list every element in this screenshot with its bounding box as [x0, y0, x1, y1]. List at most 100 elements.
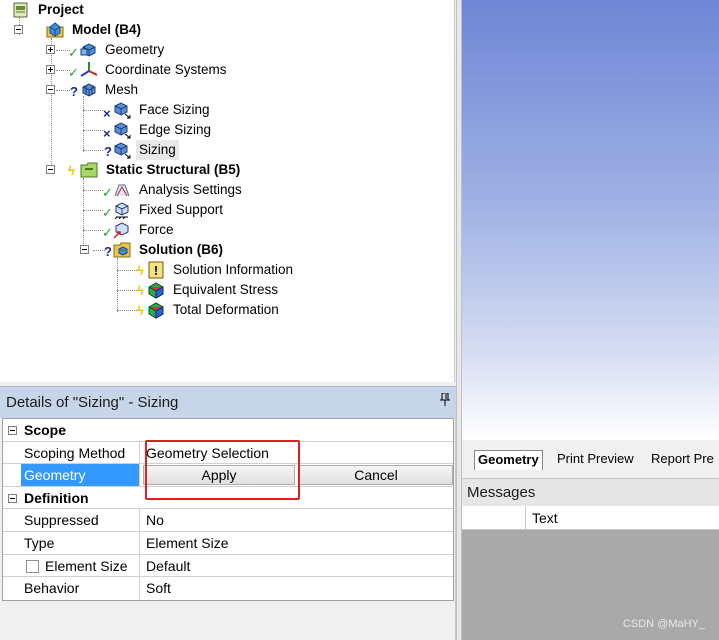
geometry-icon: [80, 41, 98, 59]
sizing-icon: [113, 141, 131, 159]
bolt-status-icon: ϟ: [137, 263, 144, 278]
tree-node-face-sizing[interactable]: × Face Sizing: [0, 100, 220, 121]
group-label: Definition: [24, 489, 89, 506]
collapse-icon[interactable]: [80, 245, 89, 254]
coordinate-systems-icon: [80, 61, 98, 79]
details-panel: Details of "Sizing" - Sizing Scope Scopi…: [0, 386, 456, 640]
messages-columns: Text: [462, 506, 719, 530]
static-structural-icon: [80, 161, 98, 179]
tree-node-solution-information[interactable]: ϟ ! Solution Information: [0, 260, 320, 280]
tree-node-analysis-settings[interactable]: ✓ Analysis Settings: [0, 180, 250, 200]
total-deformation-icon: [147, 301, 165, 319]
question-status-icon: ?: [104, 244, 112, 259]
property-label: Suppressed: [21, 509, 140, 531]
tree-node-label: Solution Information: [173, 262, 294, 277]
tree-node-label: Total Deformation: [173, 302, 279, 317]
question-status-icon: ?: [104, 144, 112, 159]
tab-geometry[interactable]: Geometry: [474, 450, 543, 470]
tree-node-coordinate-systems[interactable]: ✓ Coordinate Systems: [0, 60, 240, 80]
text-column-header[interactable]: Text: [532, 510, 558, 526]
collapse-icon[interactable]: [46, 165, 55, 174]
type-value[interactable]: Element Size: [141, 532, 453, 554]
cancel-button[interactable]: Cancel: [299, 465, 453, 486]
analysis-settings-icon: [113, 181, 131, 199]
check-status-icon: ✓: [102, 205, 113, 220]
tree-node-label: Solution (B6): [139, 242, 223, 257]
outline-tree[interactable]: Project Model (B4) ✓ Geometry ✓ Coordina…: [0, 0, 455, 382]
collapse-icon[interactable]: [14, 25, 23, 34]
bolt-status-icon: ϟ: [68, 163, 75, 178]
details-title: Details of "Sizing" - Sizing: [6, 394, 179, 411]
tree-node-label: Static Structural (B5): [106, 162, 241, 177]
expand-icon[interactable]: [46, 65, 55, 74]
messages-header: Messages: [462, 478, 719, 506]
element-size-checkbox[interactable]: [26, 559, 39, 573]
check-status-icon: ✓: [68, 65, 79, 80]
tree-node-equivalent-stress[interactable]: ϟ Equivalent Stress: [0, 280, 300, 300]
edge-sizing-icon: [113, 121, 131, 139]
details-header: Details of "Sizing" - Sizing: [0, 386, 456, 418]
tree-node-sizing[interactable]: ? Sizing: [0, 140, 220, 160]
tree-node-label: Sizing: [136, 140, 179, 160]
graphics-viewport[interactable]: [462, 0, 719, 440]
tree-node-edge-sizing[interactable]: × Edge Sizing: [0, 120, 220, 141]
highlight-annotation: [145, 440, 300, 500]
tree-node-label: Force: [139, 222, 174, 237]
model-icon: [46, 21, 64, 39]
tree-node-project[interactable]: Project: [0, 0, 120, 20]
question-status-icon: ?: [70, 84, 78, 99]
solution-icon: [113, 241, 131, 259]
tab-report-preview[interactable]: Report Pre: [648, 450, 717, 470]
check-status-icon: ✓: [68, 45, 79, 60]
tree-node-static-structural[interactable]: ϟ Static Structural (B5): [0, 160, 280, 180]
collapse-icon[interactable]: [46, 85, 55, 94]
bolt-status-icon: ϟ: [137, 303, 144, 318]
tree-node-model[interactable]: Model (B4): [0, 20, 160, 40]
behavior-value[interactable]: Soft: [141, 577, 453, 600]
property-label: Behavior: [21, 577, 140, 600]
row-element-size[interactable]: Element Size Default: [3, 554, 453, 578]
suppressed-value[interactable]: No: [141, 509, 453, 531]
group-scope[interactable]: Scope: [3, 419, 453, 442]
tree-node-force[interactable]: ✓ Force: [0, 220, 220, 240]
tab-print-preview[interactable]: Print Preview: [554, 450, 637, 470]
tree-node-label: Geometry: [105, 42, 165, 57]
tree-node-label: Project: [38, 2, 84, 17]
error-status-icon: ×: [103, 126, 111, 141]
tree-node-fixed-support[interactable]: ✓ Fixed Support: [0, 200, 250, 220]
row-behavior[interactable]: Behavior Soft: [3, 577, 453, 600]
tree-node-geometry[interactable]: ✓ Geometry: [0, 40, 200, 60]
force-icon: [113, 221, 131, 239]
row-suppressed[interactable]: Suppressed No: [3, 509, 453, 532]
mesh-icon: [80, 81, 98, 99]
watermark: CSDN @MaHY_: [622, 618, 705, 630]
tree-node-label: Edge Sizing: [139, 122, 212, 137]
solution-information-icon: !: [147, 261, 165, 279]
property-label: Geometry: [21, 464, 140, 486]
row-type[interactable]: Type Element Size: [3, 531, 453, 555]
messages-title: Messages: [467, 484, 536, 501]
tree-node-label: Coordinate Systems: [105, 62, 227, 77]
tree-node-total-deformation[interactable]: ϟ Total Deformation: [0, 300, 300, 320]
view-tabs: Geometry Print Preview Report Pre: [462, 440, 719, 472]
icon-column-header[interactable]: [462, 506, 526, 529]
property-label: Element Size: [45, 557, 128, 574]
tree-node-mesh[interactable]: ? Mesh: [0, 80, 160, 100]
tree-node-label: Equivalent Stress: [173, 282, 279, 297]
messages-list[interactable]: CSDN @MaHY_: [462, 530, 719, 640]
bolt-status-icon: ϟ: [137, 283, 144, 298]
svg-text:!: !: [153, 264, 158, 278]
element-size-value[interactable]: Default: [141, 555, 453, 577]
tree-node-solution[interactable]: ? Solution (B6): [0, 240, 250, 260]
error-status-icon: ×: [103, 106, 111, 121]
tree-node-label: Face Sizing: [139, 102, 210, 117]
check-status-icon: ✓: [102, 185, 113, 200]
property-label: Scoping Method: [21, 441, 140, 464]
pin-icon[interactable]: [440, 392, 450, 409]
check-status-icon: ✓: [102, 225, 113, 240]
collapse-icon[interactable]: [8, 426, 17, 435]
collapse-icon[interactable]: [8, 493, 17, 503]
expand-icon[interactable]: [46, 45, 55, 54]
project-icon: [12, 1, 30, 19]
fixed-support-icon: [113, 201, 131, 220]
